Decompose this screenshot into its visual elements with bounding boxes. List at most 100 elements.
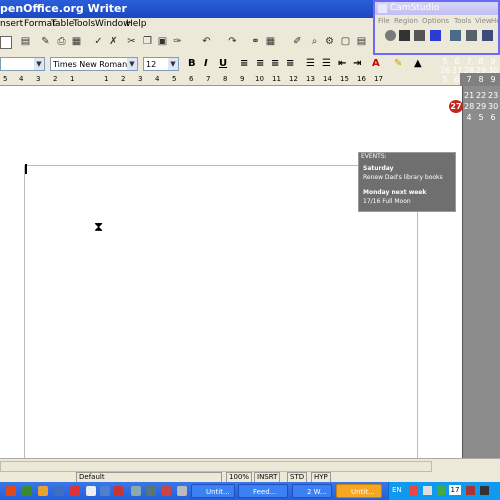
- paragraph-style-select[interactable]: ▼: [0, 57, 45, 71]
- gallery-icon[interactable]: ▢: [340, 36, 351, 47]
- decrease-indent-icon[interactable]: ⇤: [338, 58, 346, 69]
- menu-tools[interactable]: Tools: [73, 18, 95, 31]
- font-name-select[interactable]: Times New Roman ▼: [50, 57, 138, 71]
- calendar-day[interactable]: 5: [440, 75, 450, 84]
- align-left-icon[interactable]: ≡: [240, 58, 248, 69]
- cam-menu-file[interactable]: File: [378, 16, 390, 27]
- tray-icon[interactable]: [480, 486, 489, 495]
- annotation-icon[interactable]: [482, 30, 493, 41]
- event-what[interactable]: Renew Dad's library books: [363, 174, 443, 181]
- calendar-day[interactable]: 5: [476, 113, 486, 122]
- folder-icon[interactable]: [38, 486, 48, 496]
- menu-table[interactable]: Table: [51, 18, 74, 31]
- copy-icon[interactable]: ❐: [142, 36, 153, 47]
- event-what[interactable]: 17/16 Full Moon: [363, 198, 411, 205]
- cam-menu-tools[interactable]: Tools: [454, 16, 471, 27]
- underline-icon[interactable]: U: [219, 58, 227, 69]
- calendar-day[interactable]: 6: [452, 75, 462, 84]
- region-icon[interactable]: [430, 30, 441, 41]
- export-pdf-icon[interactable]: ▤: [20, 36, 31, 47]
- camstudio-quick-icon[interactable]: [100, 486, 110, 496]
- calendar-day[interactable]: 8: [476, 57, 486, 66]
- task-button-windows[interactable]: 2 W...: [292, 484, 332, 498]
- calendar-tray-date[interactable]: 17: [449, 485, 461, 495]
- calendar-day[interactable]: 27: [452, 66, 462, 75]
- misc-quick-icon[interactable]: [113, 486, 123, 496]
- align-right-icon[interactable]: ≡: [271, 58, 279, 69]
- cam-menu-region[interactable]: Region: [394, 16, 418, 27]
- italic-icon[interactable]: I: [204, 58, 208, 69]
- misc-quick-icon-2[interactable]: [131, 486, 141, 496]
- camera-icon[interactable]: [450, 30, 461, 41]
- calendar-day[interactable]: 23: [488, 91, 498, 100]
- calendar-today[interactable]: 27: [449, 100, 463, 113]
- redo-icon[interactable]: ↷: [227, 36, 238, 47]
- calendar-day[interactable]: 8: [476, 75, 486, 84]
- menu-help[interactable]: Help: [126, 18, 147, 31]
- calendar-day[interactable]: 19: [440, 91, 450, 100]
- calendar-day[interactable]: 2: [440, 113, 450, 122]
- misc-quick-icon-3[interactable]: [146, 486, 156, 496]
- menu-insert[interactable]: nsert: [0, 18, 23, 31]
- increase-indent-icon[interactable]: ⇥: [353, 58, 361, 69]
- paste-icon[interactable]: ▣: [157, 36, 168, 47]
- start-orb-icon[interactable]: [22, 486, 32, 496]
- tray-icon[interactable]: [409, 486, 418, 495]
- calendar-day[interactable]: 30: [488, 102, 498, 111]
- bold-icon[interactable]: B: [188, 58, 196, 69]
- undo-icon[interactable]: ↶: [201, 36, 212, 47]
- hyperlink-icon[interactable]: ⚭: [250, 36, 261, 47]
- font-color-icon[interactable]: A: [372, 58, 380, 69]
- writer-quick-icon[interactable]: [86, 486, 96, 496]
- calendar-day[interactable]: 26: [440, 66, 450, 75]
- show-draw-icon[interactable]: ✐: [292, 36, 303, 47]
- print-icon[interactable]: ⎙: [56, 36, 67, 47]
- highlight-icon[interactable]: ✎: [394, 58, 402, 69]
- record-icon[interactable]: [385, 30, 396, 41]
- print-preview-icon[interactable]: ▦: [71, 36, 82, 47]
- calendar-day[interactable]: 21: [464, 91, 474, 100]
- calendar-day[interactable]: 22: [476, 91, 486, 100]
- task-button-untitled-active[interactable]: Untit...: [336, 484, 382, 498]
- background-color-icon[interactable]: ▲: [414, 58, 422, 69]
- justify-icon[interactable]: ≡: [286, 58, 294, 69]
- media-icon[interactable]: [70, 486, 80, 496]
- font-size-select[interactable]: 12 ▼: [143, 57, 179, 71]
- language-indicator[interactable]: EN: [392, 486, 402, 494]
- calendar-day[interactable]: 28: [464, 66, 474, 75]
- calendar-day[interactable]: 29: [476, 102, 486, 111]
- spellcheck-icon[interactable]: ✓: [93, 36, 104, 47]
- bullets-icon[interactable]: ☰: [322, 58, 331, 69]
- calendar-day[interactable]: 3: [452, 113, 462, 122]
- calendar-day[interactable]: 7: [464, 75, 474, 84]
- calendar-day[interactable]: 6: [452, 57, 462, 66]
- calendar-day[interactable]: 6: [488, 113, 498, 122]
- calendar-day[interactable]: 28: [464, 102, 474, 111]
- stop-icon[interactable]: [414, 30, 425, 41]
- cut-icon[interactable]: ✂: [126, 36, 137, 47]
- options-icon[interactable]: [466, 30, 477, 41]
- ie-icon[interactable]: [54, 486, 64, 496]
- find-replace-icon[interactable]: ⌕: [309, 36, 320, 47]
- tray-icon[interactable]: [423, 486, 432, 495]
- autospell-icon[interactable]: ✗: [108, 36, 119, 47]
- cam-menu-view[interactable]: View: [475, 16, 492, 27]
- calendar-day[interactable]: 30: [488, 66, 498, 75]
- navigator-icon[interactable]: ⚙: [324, 36, 335, 47]
- calendar-day[interactable]: 4: [464, 113, 474, 122]
- calendar-day[interactable]: 9: [488, 75, 498, 84]
- horizontal-scrollbar[interactable]: [0, 461, 432, 472]
- task-button-feed[interactable]: Feed...: [238, 484, 288, 498]
- calendar-day[interactable]: 9: [488, 57, 498, 66]
- firefox-icon[interactable]: [6, 486, 16, 496]
- misc-quick-icon-4[interactable]: [161, 486, 171, 496]
- table-icon[interactable]: ▦: [265, 36, 276, 47]
- calendar-day[interactable]: 20: [452, 91, 462, 100]
- misc-quick-icon-5[interactable]: [177, 486, 187, 496]
- cam-menu-help[interactable]: He: [491, 16, 500, 27]
- clone-format-icon[interactable]: ✑: [172, 36, 183, 47]
- calendar-day[interactable]: 5: [440, 57, 450, 66]
- task-button-untitled[interactable]: Untit...: [191, 484, 235, 498]
- calendar-day[interactable]: 7: [464, 57, 474, 66]
- pause-icon[interactable]: [399, 30, 410, 41]
